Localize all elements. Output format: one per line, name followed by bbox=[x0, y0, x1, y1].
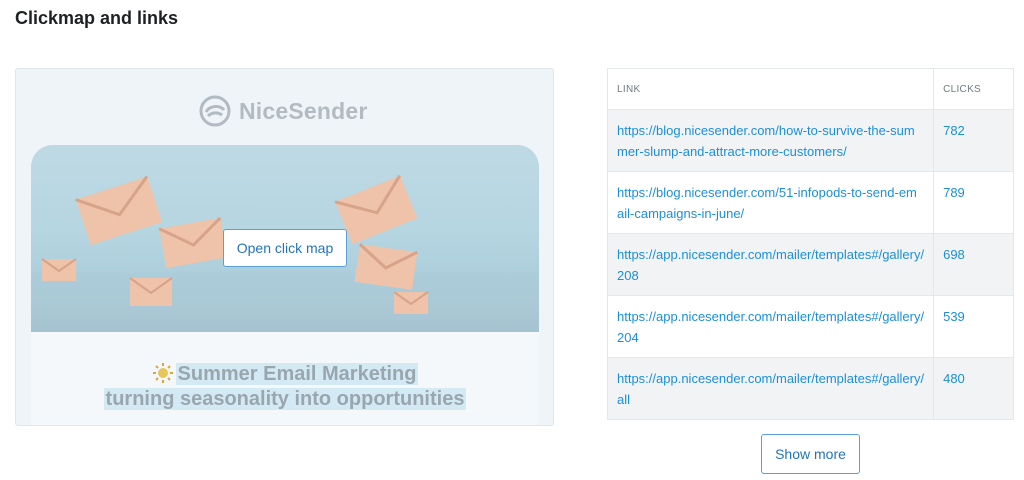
link-url[interactable]: https://blog.nicesender.com/51-infopods-… bbox=[606, 171, 935, 234]
page-title: Clickmap and links bbox=[15, 8, 179, 28]
table-row: https://blog.nicesender.com/how-to-survi… bbox=[606, 109, 1014, 172]
table-header-row: LINK CLICKS bbox=[606, 68, 1014, 110]
click-count: 539 bbox=[933, 295, 1014, 358]
click-count: 480 bbox=[933, 357, 1014, 420]
brand-name: NiceSender bbox=[239, 97, 368, 124]
click-count: 698 bbox=[933, 233, 1014, 296]
links-table: LINK CLICKS https://blog.nicesender.com/… bbox=[606, 68, 1014, 420]
click-count: 789 bbox=[933, 171, 1014, 234]
sun-icon bbox=[152, 363, 173, 383]
column-header-link: LINK bbox=[606, 68, 935, 110]
table-row: https://app.nicesender.com/mailer/templa… bbox=[606, 295, 1014, 358]
headline-line-1: Summer Email Marketing bbox=[175, 363, 419, 385]
brand-logo: NiceSender bbox=[199, 95, 368, 127]
link-url[interactable]: https://app.nicesender.com/mailer/templa… bbox=[606, 295, 935, 358]
table-row: https://app.nicesender.com/mailer/templa… bbox=[606, 233, 1014, 296]
link-url[interactable]: https://blog.nicesender.com/how-to-survi… bbox=[606, 109, 935, 172]
link-url[interactable]: https://app.nicesender.com/mailer/templa… bbox=[606, 357, 935, 420]
headline-line-2: turning seasonality into opportunities bbox=[103, 388, 467, 410]
click-count: 782 bbox=[933, 109, 1014, 172]
show-more-button[interactable]: Show more bbox=[761, 434, 860, 474]
link-url[interactable]: https://app.nicesender.com/mailer/templa… bbox=[606, 233, 935, 296]
nicesender-logo-icon bbox=[199, 95, 231, 127]
email-headline: Summer Email Marketing turning seasonali… bbox=[31, 332, 539, 425]
column-header-clicks: CLICKS bbox=[933, 68, 1014, 110]
open-click-map-button[interactable]: Open click map bbox=[223, 229, 347, 267]
table-row: https://blog.nicesender.com/51-infopods-… bbox=[606, 171, 1014, 234]
email-preview: NiceSender Open click map Summer Email M… bbox=[15, 68, 554, 426]
table-row: https://app.nicesender.com/mailer/templa… bbox=[606, 357, 1014, 420]
